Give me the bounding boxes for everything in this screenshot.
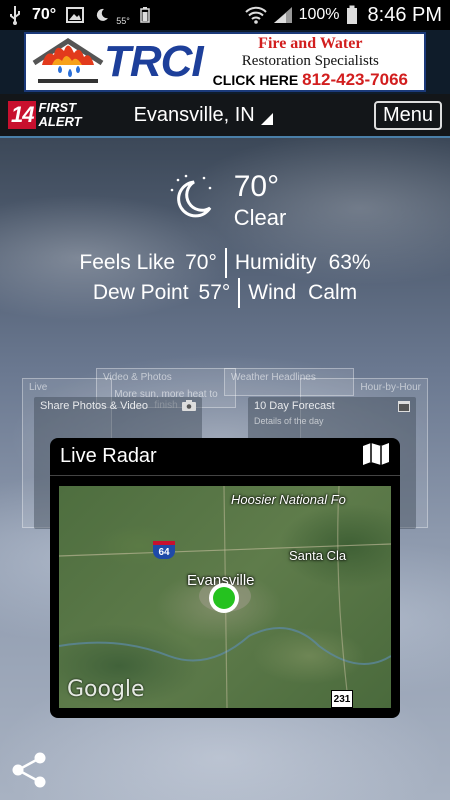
stat-row-1: Feels Like 70° Humidity 63% — [0, 248, 450, 278]
card-video-photos-title: Video & Photos — [103, 372, 172, 383]
calendar-icon — [398, 400, 410, 415]
feels-like-value: 70° — [185, 251, 217, 274]
logo-text: FIRST ALERT — [38, 101, 81, 129]
share-button[interactable] — [10, 750, 50, 790]
stat-row-2: Dew Point 57° Wind Calm — [0, 278, 450, 308]
card-10-day-title: 10 Day Forecast — [254, 400, 335, 412]
status-bar: 70° 55° 100% 8:46 PM — [0, 0, 450, 30]
flame-house-logo-icon — [26, 34, 110, 90]
logo-number: 14 — [8, 101, 37, 129]
card-hour-by-hour-title: Hour-by-Hour — [360, 382, 421, 393]
ad-banner[interactable]: TRCI Fire and Water Restoration Speciali… — [24, 32, 426, 92]
wind-value: Calm — [308, 281, 358, 304]
interstate-shield-icon: 64 — [153, 541, 175, 559]
logo-line-2: ALERT — [38, 114, 82, 129]
image-icon — [66, 7, 85, 23]
app-bar: 14 FIRST ALERT Evansville, IN Menu — [0, 94, 450, 138]
menu-button[interactable]: Menu — [373, 100, 442, 130]
radar-title: Live Radar — [60, 445, 157, 467]
status-temperature: 70° — [32, 6, 57, 23]
dew-point-label: Dew Point — [92, 281, 189, 304]
humidity-value: 63% — [328, 251, 371, 274]
map-icon[interactable] — [362, 442, 390, 472]
humidity-label: Humidity — [234, 251, 317, 274]
map-label-santa-claus: Santa Cla — [289, 548, 347, 563]
condition-stats: Feels Like 70° Humidity 63% Dew Point 57… — [0, 248, 450, 308]
ad-brand-name: TRCI — [104, 37, 204, 86]
share-icon — [12, 752, 46, 788]
stat-divider — [238, 278, 241, 308]
current-conditions: 70° Clear Feels Like 70° Humidity 63% De… — [0, 170, 450, 308]
ad-line-1: Fire and Water — [258, 34, 363, 52]
feels-like-label: Feels Like — [79, 251, 176, 274]
us-route-number: 231 — [333, 693, 351, 705]
battery-small-icon — [140, 7, 150, 23]
usb-icon — [8, 5, 22, 25]
stat-divider — [224, 248, 227, 278]
ad-copy: Fire and Water Restoration Specialists C… — [213, 35, 408, 90]
card-share-photos-title: Share Photos & Video — [40, 400, 149, 412]
wind-label: Wind — [248, 281, 297, 304]
battery-icon — [346, 5, 358, 25]
card-10-day-caption: Details of the day — [254, 416, 324, 426]
ad-line-2: Restoration Specialists — [241, 52, 379, 69]
wifi-icon — [244, 6, 267, 24]
status-clock: 8:46 PM — [367, 3, 442, 26]
current-location-pin-icon — [209, 583, 239, 613]
location-label: Evansville, IN — [133, 103, 255, 126]
google-watermark: Google — [67, 677, 145, 702]
location-selector[interactable]: Evansville, IN — [134, 104, 273, 127]
ad-click-here: CLICK HERE — [212, 71, 299, 88]
signal-icon — [273, 6, 293, 24]
battery-percentage: 100% — [298, 6, 340, 23]
current-temperature: 70° — [233, 170, 280, 203]
card-live-title: Live — [29, 382, 48, 393]
radar-map[interactable]: Hoosier National Fo Santa Cla Evansville… — [59, 486, 391, 708]
ad-banner-container: TRCI Fire and Water Restoration Speciali… — [0, 30, 450, 94]
live-radar-card[interactable]: Live Radar Hoosier National Fo Santa Cla… — [50, 438, 400, 718]
weather-night-icon — [94, 7, 110, 23]
status-small-temperature: 55° — [116, 16, 130, 26]
us-route-shield-icon: 231 — [331, 690, 353, 708]
ad-line-3: CLICK HERE 812-423-7066 — [213, 70, 408, 90]
map-label-hoosier: Hoosier National Fo — [231, 492, 346, 507]
radar-header: Live Radar — [50, 438, 400, 476]
logo-line-1: FIRST — [38, 100, 77, 115]
ad-phone: 812-423-7066 — [302, 69, 408, 89]
first-alert-logo: 14 FIRST ALERT — [8, 101, 82, 129]
moon-stars-icon — [170, 174, 212, 218]
current-condition: Clear — [233, 205, 287, 230]
dropdown-triangle-icon — [260, 112, 273, 125]
dew-point-value: 57° — [198, 281, 231, 304]
camera-icon — [182, 400, 196, 414]
interstate-number: 64 — [158, 546, 170, 558]
